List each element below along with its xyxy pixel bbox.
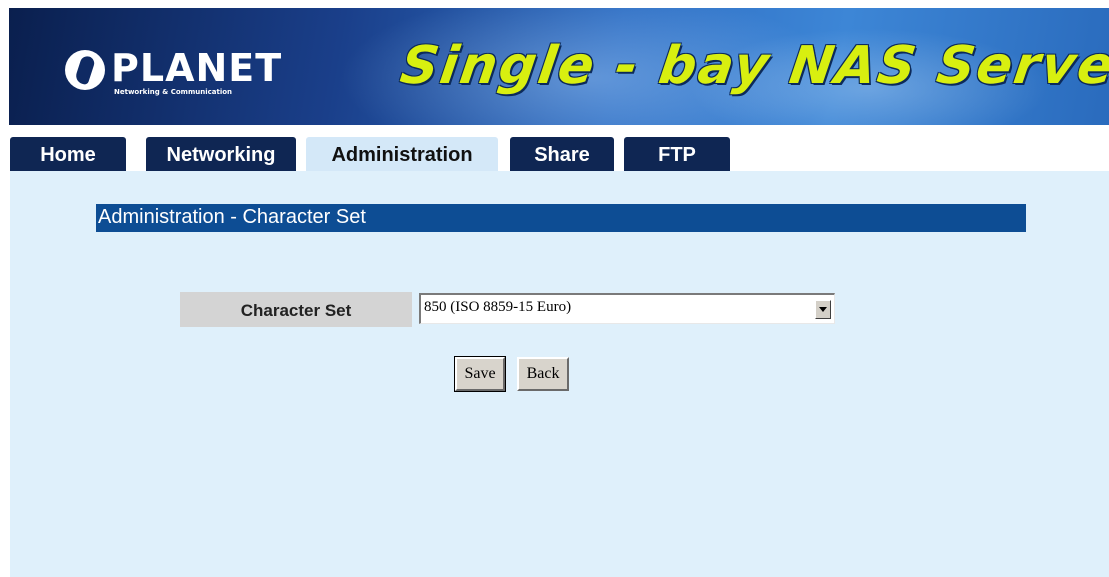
dropdown-arrow-icon[interactable] bbox=[815, 300, 831, 319]
content-panel: Administration - Character Set Character… bbox=[10, 171, 1109, 577]
product-title: Single - bay NAS Server bbox=[396, 36, 1109, 96]
section-header: Administration - Character Set bbox=[96, 204, 1026, 232]
tab-networking[interactable]: Networking bbox=[146, 137, 296, 171]
save-button[interactable]: Save bbox=[454, 356, 506, 392]
tab-share[interactable]: Share bbox=[510, 137, 614, 171]
character-set-select[interactable]: 850 (ISO 8859-15 Euro) bbox=[419, 293, 835, 324]
tab-ftp[interactable]: FTP bbox=[624, 137, 730, 171]
character-set-value: 850 (ISO 8859-15 Euro) bbox=[424, 299, 572, 315]
character-set-label: Character Set bbox=[180, 292, 412, 327]
section-title: Administration - Character Set bbox=[98, 206, 366, 228]
main-tabs: Home Networking Administration Share FTP bbox=[10, 137, 1109, 171]
tab-home[interactable]: Home bbox=[10, 137, 126, 171]
logo-text: PLANET bbox=[111, 46, 283, 90]
logo-subtitle: Networking & Communication bbox=[114, 88, 233, 96]
tab-administration[interactable]: Administration bbox=[306, 137, 498, 171]
header-banner: PLANET Networking & Communication Single… bbox=[9, 8, 1109, 125]
back-button[interactable]: Back bbox=[517, 357, 569, 391]
planet-logo-icon bbox=[65, 50, 105, 90]
